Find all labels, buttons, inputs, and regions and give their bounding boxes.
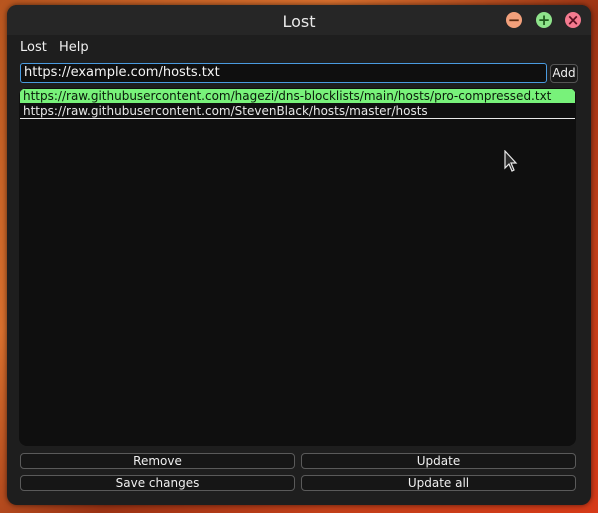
url-input[interactable] bbox=[20, 63, 547, 83]
menu-lost[interactable]: Lost bbox=[20, 40, 47, 55]
menu-bar: Lost Help bbox=[7, 35, 591, 57]
title-bar[interactable]: Lost − + × bbox=[7, 5, 591, 35]
window-title: Lost bbox=[282, 12, 316, 31]
update-all-button[interactable]: Update all bbox=[301, 475, 576, 491]
add-button[interactable]: Add bbox=[550, 64, 578, 83]
close-button[interactable]: × bbox=[565, 12, 581, 28]
save-changes-button[interactable]: Save changes bbox=[20, 475, 295, 491]
blocklist-list[interactable]: https://raw.githubusercontent.com/hagezi… bbox=[19, 88, 576, 446]
list-item[interactable]: https://raw.githubusercontent.com/hagezi… bbox=[20, 89, 575, 103]
update-button[interactable]: Update bbox=[301, 453, 576, 469]
app-window: Lost − + × Lost Help Add https://raw.git… bbox=[7, 5, 591, 505]
menu-help[interactable]: Help bbox=[59, 40, 89, 55]
maximize-button[interactable]: + bbox=[536, 12, 552, 28]
minimize-button[interactable]: − bbox=[506, 12, 522, 28]
list-item[interactable]: https://raw.githubusercontent.com/Steven… bbox=[20, 104, 575, 118]
remove-button[interactable]: Remove bbox=[20, 453, 295, 469]
list-divider bbox=[20, 118, 575, 119]
mouse-cursor-icon bbox=[504, 150, 518, 172]
